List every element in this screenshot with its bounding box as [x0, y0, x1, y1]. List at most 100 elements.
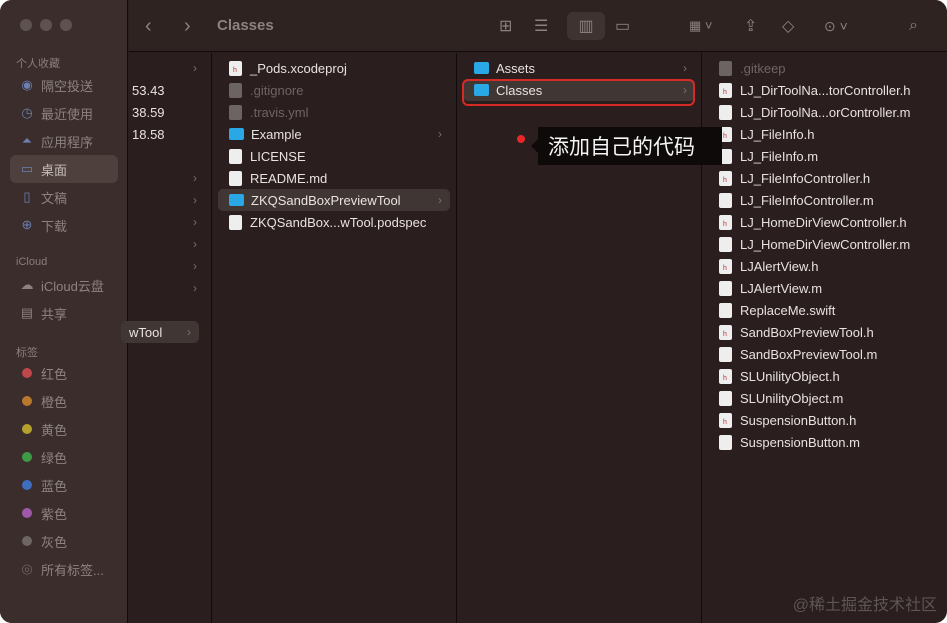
list-item[interactable]: ›: [135, 255, 205, 277]
sidebar-tag[interactable]: 橙色: [10, 387, 118, 415]
icon-view-button[interactable]: ⊞: [499, 14, 512, 38]
list-item[interactable]: LJ_FileInfoController.h: [708, 167, 941, 189]
tags-header: 标签: [16, 347, 38, 359]
tag-icon: ◎: [21, 561, 33, 576]
tag-color-dot-icon: [22, 396, 32, 406]
close-button[interactable]: [20, 19, 32, 31]
annotation-callout: 添加自己的代码: [531, 127, 722, 165]
list-item[interactable]: ›: [135, 211, 205, 233]
list-item[interactable]: LJAlertView.h: [708, 255, 941, 277]
list-item[interactable]: ›: [135, 189, 205, 211]
list-item[interactable]: SLUnilityObject.m: [708, 387, 941, 409]
search-icon[interactable]: ⌕: [909, 14, 918, 38]
sidebar-item[interactable]: ◷ 最近使用: [10, 99, 118, 127]
sidebar-item[interactable]: ⏶ 应用程序: [10, 127, 118, 155]
sidebar-tag[interactable]: 蓝色: [10, 471, 118, 499]
list-item[interactable]: LJ_HomeDirViewController.m: [708, 233, 941, 255]
list-item[interactable]: README.md: [218, 167, 450, 189]
file-icon: [719, 434, 732, 450]
list-item[interactable]: SuspensionButton.h: [708, 409, 941, 431]
tag-button-icon[interactable]: ◇: [782, 14, 794, 38]
sidebar-item-all-tags[interactable]: ◎ 所有标签...: [10, 555, 118, 583]
chevron-right-icon: ›: [193, 259, 197, 273]
list-item[interactable]: ReplaceMe.swift: [708, 299, 941, 321]
sidebar-item[interactable]: ◉ 隔空投送: [10, 71, 118, 99]
sidebar-tag[interactable]: 红色: [10, 359, 118, 387]
list-item[interactable]: LJ_DirToolNa...torController.h: [708, 79, 941, 101]
sidebar-item[interactable]: ▭ 桌面: [10, 155, 118, 183]
list-item-selected[interactable]: wTool ›: [121, 321, 199, 343]
tag-color-dot-icon: [22, 480, 32, 490]
sidebar-tag[interactable]: 灰色: [10, 527, 118, 555]
sidebar-item[interactable]: ▤ 共享: [10, 299, 118, 327]
more-actions-button[interactable]: ⊙ ˅: [824, 14, 848, 38]
list-item[interactable]: LJ_DirToolNa...orController.m: [708, 101, 941, 123]
window-title: Classes: [217, 17, 274, 34]
list-item[interactable]: _Pods.xcodeproj: [218, 57, 450, 79]
sidebar-item[interactable]: ⊕ 下载: [10, 211, 118, 239]
zoom-button[interactable]: [60, 19, 72, 31]
list-item[interactable]: LJ_HomeDirViewController.h: [708, 211, 941, 233]
folder-icon: [229, 194, 244, 206]
chevron-right-icon: ›: [193, 61, 197, 75]
group-button[interactable]: ▦ ˅: [689, 14, 713, 38]
file-icon: [719, 258, 732, 274]
list-item[interactable]: SandBoxPreviewTool.h: [708, 321, 941, 343]
file-icon: [229, 104, 242, 120]
list-item[interactable]: ZKQSandBox...wTool.podspec: [218, 211, 450, 233]
sidebar-tag[interactable]: 绿色: [10, 443, 118, 471]
minimize-button[interactable]: [40, 19, 52, 31]
list-item[interactable]: ›: [135, 167, 205, 189]
file-icon: [719, 192, 732, 208]
list-item[interactable]: ›: [135, 277, 205, 299]
list-item[interactable]: .gitkeep: [708, 57, 941, 79]
file-icon: [229, 148, 242, 164]
list-item[interactable]: 18.58: [121, 123, 205, 145]
tag-color-dot-icon: [22, 368, 32, 378]
list-item[interactable]: SuspensionButton.m: [708, 431, 941, 453]
list-item[interactable]: SLUnilityObject.h: [708, 365, 941, 387]
list-item[interactable]: Example ›: [218, 123, 450, 145]
list-item[interactable]: LJ_FileInfo.h: [708, 123, 941, 145]
sidebar-tag[interactable]: 紫色: [10, 499, 118, 527]
file-icon: [719, 236, 732, 252]
list-item[interactable]: LJ_FileInfo.m: [708, 145, 941, 167]
list-view-button[interactable]: ☰: [534, 14, 548, 38]
file-icon: [719, 170, 732, 186]
file-icon: [719, 280, 732, 296]
folder-icon: [474, 62, 489, 74]
list-item[interactable]: ZKQSandBoxPreviewTool ›: [218, 189, 450, 211]
list-item[interactable]: .gitignore: [218, 79, 450, 101]
list-item[interactable]: LJ_FileInfoController.m: [708, 189, 941, 211]
chevron-right-icon: ›: [193, 237, 197, 251]
file-icon: [229, 82, 242, 98]
list-item[interactable]: .travis.yml: [218, 101, 450, 123]
list-item[interactable]: Assets ›: [463, 57, 695, 79]
list-item[interactable]: LJAlertView.m: [708, 277, 941, 299]
back-button[interactable]: ‹: [145, 14, 152, 38]
list-item[interactable]: LICENSE: [218, 145, 450, 167]
file-icon: [719, 302, 732, 318]
file-icon: [719, 104, 732, 120]
cloud-icon: ☁: [20, 277, 34, 292]
file-icon: [719, 368, 732, 384]
column-view-button[interactable]: ▥: [567, 12, 605, 40]
column-3: .gitkeepLJ_DirToolNa...torController.hLJ…: [702, 53, 947, 623]
list-item[interactable]: 38.59: [121, 101, 205, 123]
gallery-view-button[interactable]: ▭: [615, 14, 630, 38]
share-icon[interactable]: ⇪: [744, 14, 757, 38]
sidebar: 个人收藏 iCloud 标签 ◎ 所有标签... ◉ 隔空投送 ◷ 最近使用 ⏶ 应用程序 ▭…: [0, 0, 128, 623]
forward-button[interactable]: ›: [184, 14, 191, 38]
sidebar-item[interactable]: ☁ iCloud云盘: [10, 271, 118, 299]
tag-color-dot-icon: [22, 508, 32, 518]
file-icon: [719, 82, 732, 98]
list-item[interactable]: ›: [135, 57, 205, 79]
document-icon: ▯: [23, 189, 31, 204]
sidebar-tag[interactable]: 黄色: [10, 415, 118, 443]
column-1: _Pods.xcodeproj.gitignore.travis.ymlExam…: [212, 53, 457, 623]
list-item[interactable]: 53.43: [121, 79, 205, 101]
list-item[interactable]: SandBoxPreviewTool.m: [708, 343, 941, 365]
sidebar-item[interactable]: ▯ 文稿: [10, 183, 118, 211]
list-item[interactable]: ›: [135, 233, 205, 255]
file-icon: [229, 214, 242, 230]
